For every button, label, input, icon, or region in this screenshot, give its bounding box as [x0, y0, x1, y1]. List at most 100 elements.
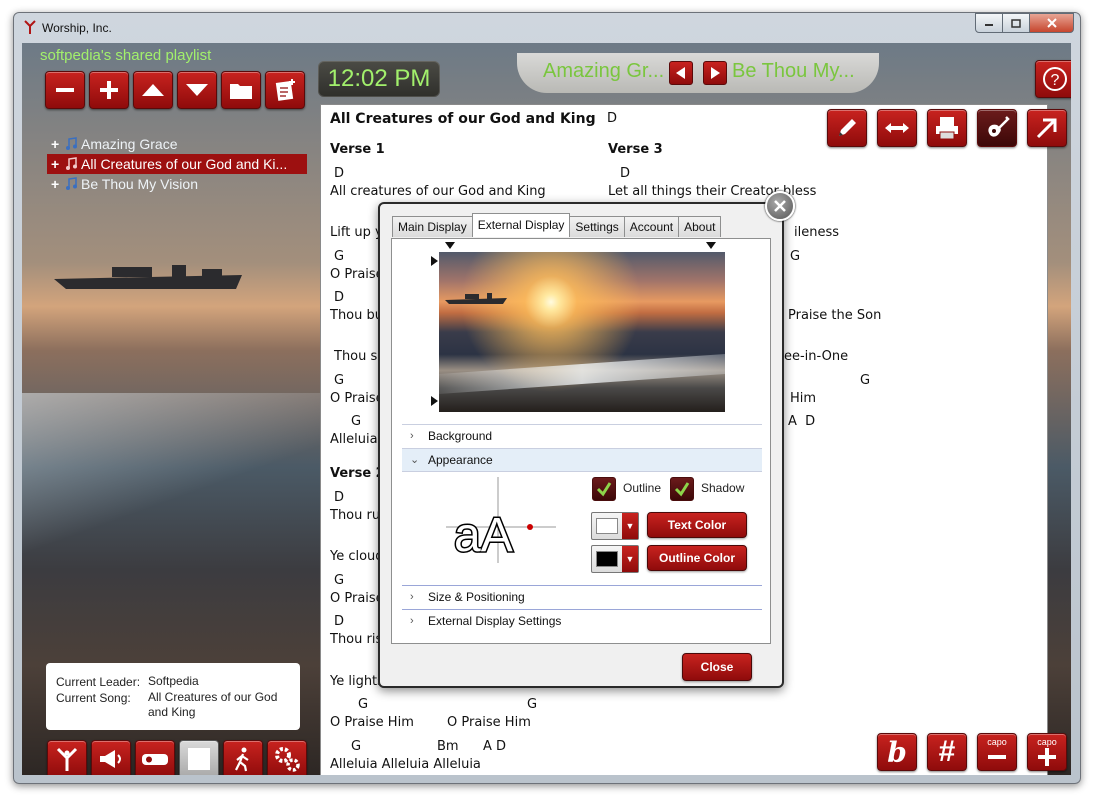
- expand-icon[interactable]: +: [51, 154, 59, 174]
- flat-button[interactable]: b: [877, 733, 917, 771]
- next-song-label[interactable]: Be Thou My...: [732, 60, 855, 83]
- add-song-button[interactable]: [89, 71, 129, 109]
- dropdown-arrow-icon: ▼: [622, 513, 638, 539]
- expand-icon[interactable]: +: [51, 134, 59, 154]
- blank-screen-button[interactable]: [179, 740, 219, 775]
- clock-display: 12:02 PM: [318, 61, 440, 97]
- external-display-panel: › Background ⌄ Appearance aA Outline Sha…: [391, 238, 771, 644]
- outline-checkbox[interactable]: [592, 477, 616, 501]
- section-appearance[interactable]: ⌄ Appearance: [402, 448, 762, 471]
- tab-about[interactable]: About: [678, 216, 722, 237]
- chord-line: D: [334, 490, 345, 505]
- chord-line: G: [351, 414, 362, 429]
- title-bar[interactable]: Worship, Inc.: [14, 13, 1080, 43]
- outline-label: Outline: [623, 481, 662, 495]
- text-color-swatch: [596, 518, 618, 534]
- section-external-display-settings[interactable]: › External Display Settings: [402, 609, 762, 632]
- chord-line: D: [334, 290, 345, 305]
- move-down-icon: [186, 84, 208, 96]
- launch-display-button[interactable]: [1027, 109, 1067, 147]
- margin-marker-icon[interactable]: [706, 242, 716, 249]
- playlist-item-selected[interactable]: + All Creatures of our God and Ki...: [47, 154, 307, 174]
- lyric-line: O Praise Him: [330, 715, 414, 730]
- leader-button[interactable]: [47, 740, 87, 775]
- playlist-item-label: Be Thou My Vision: [81, 176, 198, 192]
- move-down-button[interactable]: [177, 71, 217, 109]
- close-window-button[interactable]: [1029, 13, 1074, 33]
- chord-line: Bm: [437, 739, 459, 754]
- guitar-chords-button[interactable]: [977, 109, 1017, 147]
- capo-plus-button[interactable]: capo: [1027, 733, 1067, 771]
- add-icon: [100, 81, 118, 99]
- settings-button[interactable]: [267, 740, 307, 775]
- lyric-line: O Praise Him: [447, 715, 531, 730]
- lyric-line: ileness: [794, 225, 840, 240]
- dialog-close-icon[interactable]: [765, 191, 795, 221]
- maximize-button[interactable]: [1002, 13, 1030, 33]
- announce-button[interactable]: [91, 740, 131, 775]
- edit-song-button[interactable]: [827, 109, 867, 147]
- margin-marker-icon[interactable]: [431, 256, 438, 266]
- maximize-icon: [1011, 18, 1021, 28]
- appearance-content: aA Outline Shadow ▼ Text Color ▼ Outline…: [402, 471, 762, 585]
- lyric-line: Thou bu: [330, 308, 383, 323]
- help-icon: ?: [1043, 67, 1067, 91]
- next-song-button[interactable]: [703, 61, 727, 85]
- minimize-button[interactable]: [975, 13, 1003, 33]
- new-song-button[interactable]: [265, 71, 305, 109]
- music-note-icon: [66, 177, 77, 190]
- close-dialog-button[interactable]: Close: [682, 653, 752, 681]
- section-background[interactable]: › Background: [402, 424, 762, 447]
- previous-song-button[interactable]: [669, 61, 693, 85]
- previous-song-label[interactable]: Amazing Gr...: [543, 60, 664, 83]
- outline-color-button[interactable]: Outline Color: [647, 545, 747, 571]
- playlist-item[interactable]: + Amazing Grace: [47, 134, 307, 154]
- outline-color-picker[interactable]: ▼: [591, 545, 639, 573]
- transpose-button[interactable]: [877, 109, 917, 147]
- chord-line: G: [334, 573, 345, 588]
- projector-button[interactable]: [135, 740, 175, 775]
- shadow-checkbox[interactable]: [670, 477, 694, 501]
- current-leader-label: Current Leader:: [56, 675, 141, 689]
- tab-external-display[interactable]: External Display: [471, 213, 571, 237]
- exit-button[interactable]: [223, 740, 263, 775]
- help-button[interactable]: ?: [1035, 60, 1071, 98]
- folder-icon: [230, 84, 252, 99]
- projector-icon: [142, 754, 168, 765]
- chevron-right-icon: ›: [410, 615, 414, 627]
- dropdown-arrow-icon: ▼: [622, 546, 638, 572]
- walking-icon: [235, 747, 249, 772]
- announce-icon: [100, 750, 121, 768]
- lyric-line: Thou si: [334, 349, 381, 364]
- open-folder-button[interactable]: [221, 71, 261, 109]
- capo-label: capo: [1037, 736, 1057, 747]
- display-preview[interactable]: [439, 252, 725, 412]
- settings-tabs: Main Display External Display Settings A…: [392, 213, 722, 238]
- capo-minus-button[interactable]: capo: [977, 733, 1017, 771]
- tab-main-display[interactable]: Main Display: [392, 216, 473, 237]
- print-icon: [936, 117, 958, 140]
- section-size-positioning[interactable]: › Size & Positioning: [402, 585, 762, 608]
- margin-marker-icon[interactable]: [431, 396, 438, 406]
- chord-line: G: [790, 249, 801, 264]
- close-icon: [1046, 18, 1057, 28]
- sharp-button[interactable]: #: [927, 733, 967, 771]
- tab-settings[interactable]: Settings: [569, 216, 625, 237]
- transpose-arrows-icon: [885, 123, 909, 133]
- sharp-label: #: [938, 735, 956, 768]
- text-color-button[interactable]: Text Color: [647, 512, 747, 538]
- lyric-line: O Praise: [330, 267, 384, 282]
- text-sample-preview: aA: [446, 477, 556, 563]
- move-up-button[interactable]: [133, 71, 173, 109]
- tab-account[interactable]: Account: [623, 216, 680, 237]
- remove-song-button[interactable]: [45, 71, 85, 109]
- preview-wave: [439, 354, 725, 394]
- playlist-item[interactable]: + Be Thou My Vision: [47, 174, 307, 194]
- text-color-picker[interactable]: ▼: [591, 512, 639, 540]
- background-surf: [22, 393, 322, 553]
- checkmark-icon: [674, 482, 690, 497]
- expand-icon[interactable]: +: [51, 174, 59, 194]
- print-button[interactable]: [927, 109, 967, 147]
- margin-marker-icon[interactable]: [445, 242, 455, 249]
- chevron-down-icon: ⌄: [410, 454, 420, 466]
